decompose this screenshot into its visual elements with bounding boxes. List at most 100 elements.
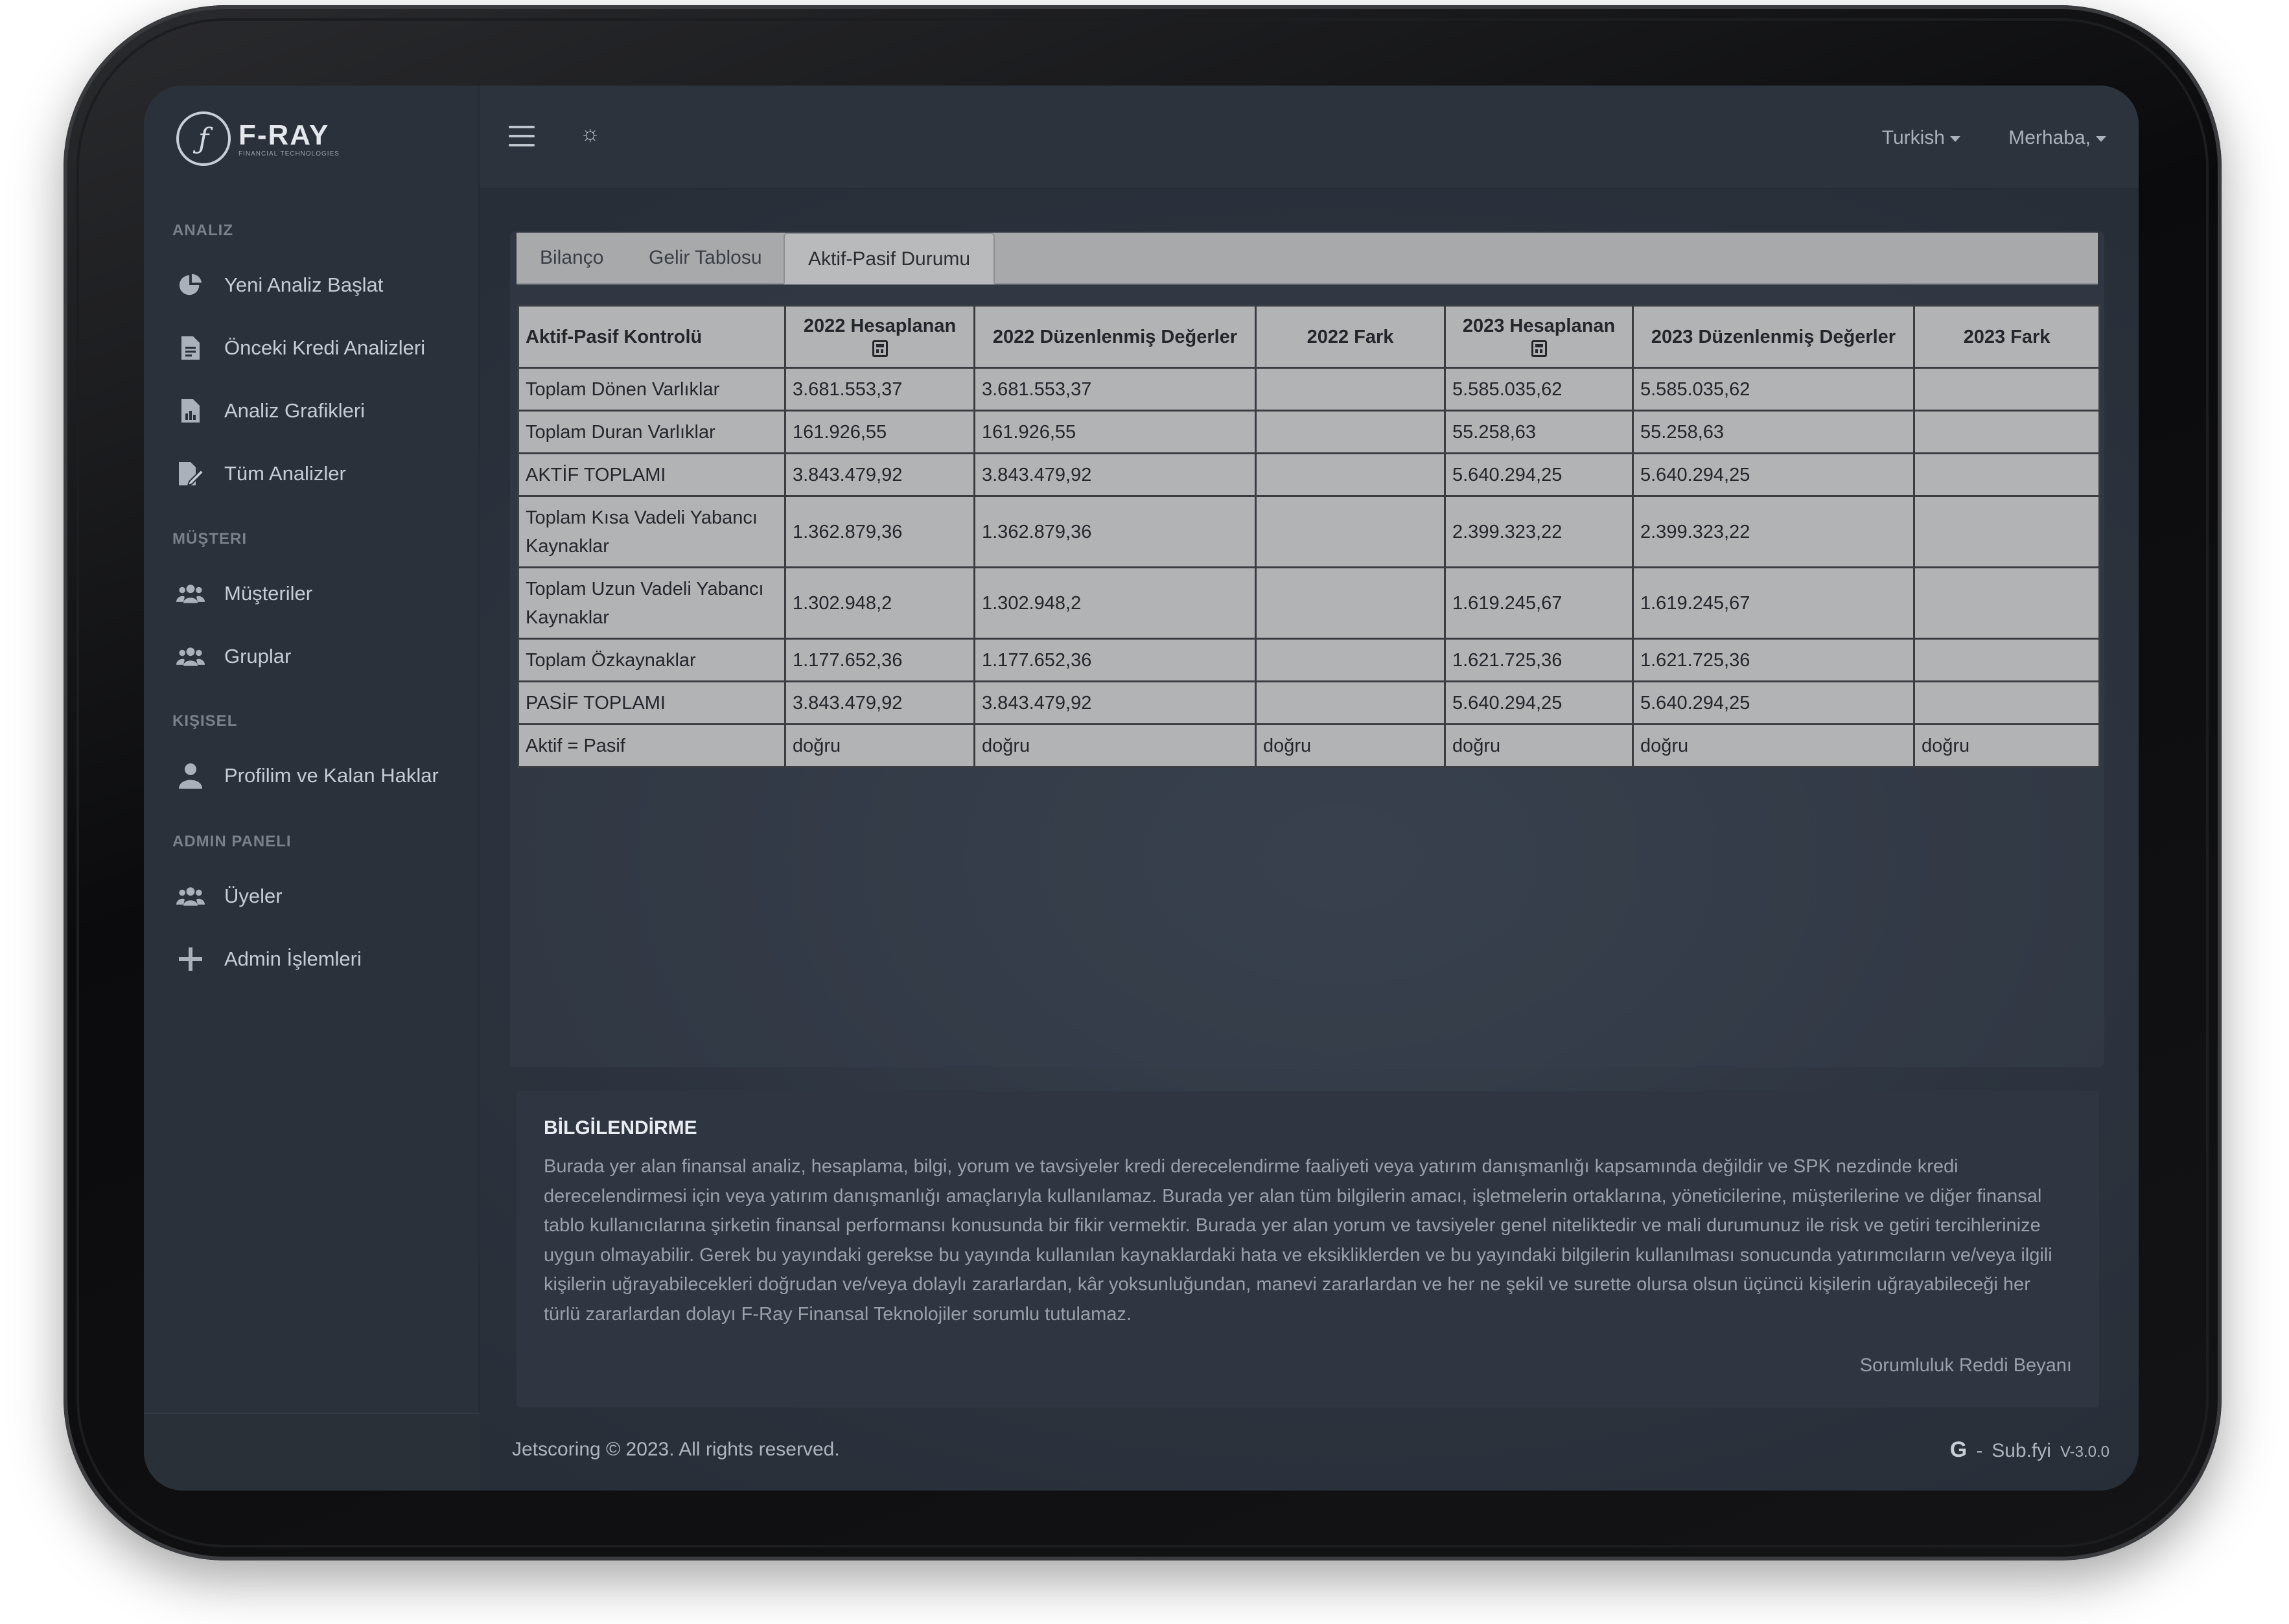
sidebar-item-label: Üyeler: [224, 885, 283, 907]
table-cell: [1255, 495, 1446, 568]
table-header-row: Aktif-Pasif Kontrolü 2022 Hesaplanan 202…: [517, 305, 2100, 369]
table-cell: [1255, 410, 1446, 454]
tab-gelir-tablosu[interactable]: Gelir Tablosu: [625, 233, 785, 284]
users-icon: [176, 579, 205, 608]
sidebar-item-previous-analyses[interactable]: Önceki Kredi Analizleri: [176, 334, 425, 362]
sidebar-item-label: Tüm Analizler: [224, 462, 346, 485]
sidebar-item-members[interactable]: Üyeler: [176, 882, 283, 911]
table-cell: 5.585.035,62: [1444, 367, 1634, 412]
row-label-cell: Toplam Dönen Varlıklar: [517, 367, 786, 412]
table-cell: doğru: [784, 723, 975, 768]
tab-bilanco[interactable]: Bilanço: [517, 233, 627, 284]
sidebar-item-label: Profilim ve Kalan Haklar: [224, 764, 439, 787]
table-cell: 161.926,55: [973, 410, 1257, 454]
logo-icon: ƒ: [176, 111, 231, 166]
column-header: 2023 Fark: [1913, 305, 2100, 369]
table-cell: 3.843.479,92: [973, 680, 1257, 725]
table-cell: 1.621.725,36: [1632, 638, 1915, 682]
table-cell: doğru: [1444, 723, 1634, 768]
sidebar-item-customers[interactable]: Müşteriler: [176, 579, 312, 608]
sidebar-item-groups[interactable]: Gruplar: [176, 642, 291, 671]
language-dropdown[interactable]: Turkish: [1882, 127, 1960, 149]
sidebar-item-label: Admin İşlemleri: [224, 947, 362, 970]
section-kisisel: KIŞISEL: [172, 712, 238, 730]
language-label: Turkish: [1881, 127, 1945, 148]
menu-toggle-icon[interactable]: [509, 126, 535, 146]
table-cell: 55.258,63: [1444, 410, 1634, 454]
table-row: Toplam Duran Varlıklar 161.926,55 161.926,…: [517, 410, 2100, 454]
sub-fyi-link[interactable]: Sub.fyi: [1992, 1440, 2051, 1462]
sidebar-item-label: Önceki Kredi Analizleri: [224, 336, 426, 359]
footer-dash: -: [1976, 1440, 1983, 1461]
table-cell: [1255, 680, 1446, 725]
table-cell: 1.619.245,67: [1444, 566, 1634, 640]
theme-toggle-icon[interactable]: ☼: [580, 121, 600, 146]
table-cell: 55.258,63: [1632, 410, 1915, 454]
users-icon: [176, 882, 205, 911]
brand-name: F-RAY: [238, 119, 330, 151]
table-cell: 161.926,55: [784, 410, 975, 454]
users-icon: [176, 642, 205, 671]
aktif-pasif-table: Aktif-Pasif Kontrolü 2022 Hesaplanan 202…: [517, 305, 2100, 768]
table-cell: 1.362.879,36: [784, 495, 975, 568]
table-cell: [1913, 680, 2100, 725]
sidebar-item-label: Müşteriler: [224, 582, 313, 605]
column-header: 2022 Fark: [1255, 305, 1446, 369]
table-cell: 2.399.323,22: [1632, 495, 1915, 568]
table-cell: 5.640.294,25: [1632, 452, 1915, 497]
info-title: BİLGİLENDİRME: [544, 1117, 697, 1139]
table-cell: [1255, 566, 1446, 640]
tab-bar: Bilanço Gelir Tablosu Aktif-Pasif Durumu: [517, 233, 2098, 284]
table-cell: 1.302.948,2: [973, 566, 1257, 640]
topbar: ☼ Turkish Merhaba,: [480, 86, 2139, 189]
table-cell: 1.177.652,36: [784, 638, 975, 682]
table-cell: [1255, 367, 1446, 412]
disclaimer-link[interactable]: Sorumluluk Reddi Beyanı: [1860, 1355, 2072, 1376]
table-cell: 1.302.948,2: [784, 566, 975, 640]
brand-logo[interactable]: ƒ F-RAY FINANCIAL TECHNOLOGIES: [176, 111, 340, 166]
footer: Jetscoring © 2023. All rights reserved. …: [480, 1413, 2139, 1491]
table-row: Toplam Dönen Varlıklar 3.681.553,37 3.681.…: [517, 367, 2100, 412]
sidebar-item-all-analyses[interactable]: Tüm Analizler: [176, 459, 346, 488]
row-label-cell: Toplam Duran Varlıklar: [517, 410, 786, 454]
calculator-icon[interactable]: [1531, 340, 1547, 357]
chart-document-icon: [176, 397, 205, 425]
row-label-cell: AKTİF TOPLAMI: [517, 452, 786, 497]
section-admin: ADMIN PANELI: [172, 833, 292, 850]
table-cell: [1255, 452, 1446, 497]
brand-subtitle: FINANCIAL TECHNOLOGIES: [238, 150, 340, 157]
table-cell: 5.640.294,25: [1632, 680, 1915, 725]
sidebar-footer: [144, 1413, 480, 1491]
g-logo-icon: G: [1949, 1437, 1968, 1462]
table-cell: 5.640.294,25: [1444, 680, 1634, 725]
sidebar-item-label: Gruplar: [224, 645, 292, 667]
table-cell: [1913, 495, 2100, 568]
column-header: 2023 Hesaplanan: [1444, 305, 1634, 369]
table-row: Aktif = Pasif doğru doğru doğru doğru doğru do…: [517, 723, 2100, 768]
info-panel: BİLGİLENDİRME Burada yer alan finansal a…: [517, 1091, 2099, 1408]
table-cell: [1913, 367, 2100, 412]
table-cell: 1.177.652,36: [973, 638, 1257, 682]
calculator-icon[interactable]: [872, 340, 888, 357]
greeting-label: Merhaba,: [2008, 127, 2091, 148]
table-cell: doğru: [973, 723, 1257, 768]
tab-aktif-pasif-durumu[interactable]: Aktif-Pasif Durumu: [784, 233, 995, 284]
table-cell: doğru: [1632, 723, 1915, 768]
sidebar-item-profile[interactable]: Profilim ve Kalan Haklar: [176, 761, 439, 790]
column-header: 2022 Düzenlenmiş Değerler: [973, 305, 1257, 369]
copyright-text: Jetscoring © 2023. All rights reserved.: [512, 1439, 840, 1460]
sidebar-item-admin-operations[interactable]: Admin İşlemleri: [176, 945, 362, 973]
table-row: Toplam Uzun Vadeli Yabancı Kaynaklar 1.30…: [517, 566, 2100, 640]
table-row: AKTİF TOPLAMI 3.843.479,92 3.843.479,92 5.6…: [517, 452, 2100, 497]
user-icon: [176, 761, 205, 790]
table-cell: 3.681.553,37: [784, 367, 975, 412]
table-cell: [1913, 410, 2100, 454]
table-cell: 1.362.879,36: [973, 495, 1257, 568]
sidebar-item-new-analysis[interactable]: Yeni Analiz Başlat: [176, 271, 383, 299]
table-cell: 3.843.479,92: [784, 680, 975, 725]
info-text: Burada yer alan finansal analiz, hesapla…: [544, 1156, 2052, 1325]
sidebar-item-analysis-charts[interactable]: Analiz Grafikleri: [176, 397, 365, 425]
table-cell: [1913, 452, 2100, 497]
sidebar-item-label: Analiz Grafikleri: [224, 399, 366, 422]
user-dropdown[interactable]: Merhaba,: [2008, 127, 2106, 149]
